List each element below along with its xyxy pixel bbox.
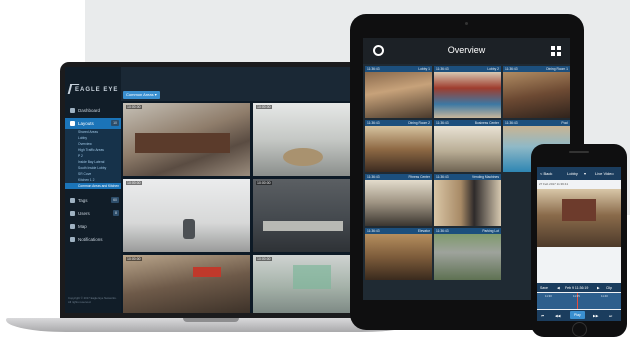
camera-timestamp: 10:00:00 [256,257,272,261]
live-video-feed[interactable] [537,189,621,247]
camera-timestamp: 10:00:00 [126,105,142,109]
nav-label: Users [78,211,90,216]
camera-tile-elevator[interactable]: 11:36:43 Elevator [365,228,432,280]
timeline-tick: 11:30 [545,294,552,298]
timeline-tick: 11:40 [601,294,608,298]
camera-timestamp: 10:00:00 [126,181,142,185]
camera-tile-fitness-center[interactable]: 11:36:43 Fitness Center [365,174,432,226]
camera-timestamp: 10:00:00 [256,105,272,109]
desk-row [263,221,343,231]
laptop-screen: EAGLE EYE Dashboard Layouts 10 Shared Ar… [65,67,355,313]
nav-dashboard[interactable]: Dashboard [65,105,121,116]
tablet-camera [465,22,468,25]
camera-image [434,234,501,280]
person-figure [183,219,195,239]
nav-tags[interactable]: Tags 60 [65,195,121,206]
sign-board [193,267,221,277]
laptop-notch [183,318,239,322]
camera-tile-dining-room-1[interactable]: 11:36:43 Dining Room 1 [503,66,570,118]
bell-icon [70,237,75,242]
sidebar: EAGLE EYE Dashboard Layouts 10 Shared Ar… [65,67,121,313]
phone-home-button[interactable] [572,322,587,337]
next-icon[interactable]: ▶ [597,286,600,290]
tablet-title: Overview [447,45,486,55]
camera-image [503,72,570,118]
map-icon [70,224,75,229]
camera-tile-lobby-2[interactable]: 11:36:43 Lobby 2 [434,66,501,118]
copyright-text: Copyright © 2017 Eagle Eye Networks. All… [68,296,117,304]
live-video-button[interactable]: Live Video [595,171,614,176]
camera-tile[interactable]: 10:00:00 [123,103,250,176]
camera-tile-lobby-1[interactable]: 11:36:43 Lobby 1 [365,66,432,118]
brand-logo: EAGLE EYE [75,87,119,93]
playback-controls: ⏮ ◀◀ Play ▶▶ ⏭ [537,310,621,321]
phone-screen: < Back Lobby ▾ Live Video 27 Feb 2017 11… [537,167,621,321]
phone-datetime: 27 Feb 2017 11:36:41 [539,182,569,186]
camera-image [434,72,501,118]
nav-layouts[interactable]: Layouts 10 [65,118,121,129]
nav-users[interactable]: Users 8 [65,208,121,219]
camera-image [365,180,432,226]
tablet-header: Overview [363,38,570,64]
camera-timestamp: 10:00:00 [256,181,272,185]
layouts-icon [70,121,75,126]
clip-time: Feb 9 11:36:19 [565,285,589,290]
chevron-down-icon[interactable]: ▾ [584,171,586,176]
restaurant-counter [135,133,230,153]
clip-button[interactable]: Clip [606,286,612,290]
camera-tile[interactable]: 10:00:00 [123,179,250,252]
camera-tile-parking-lot[interactable]: 11:36:43 Parking Lot [434,228,501,280]
nav-label: Layouts [78,121,94,126]
layout-item-active[interactable]: Common Areas and Kitchen [65,183,121,189]
play-button[interactable]: Play [570,311,585,319]
nav-label: Map [78,224,87,229]
lobby-fireplace [562,199,596,221]
clip-controls: Save ◀ Feb 9 11:36:19 ▶ Clip [537,283,621,292]
dashboard-icon [70,108,75,113]
nav-label: Tags [78,198,88,203]
save-button[interactable]: Save [540,286,548,290]
timeline-tick: 11:35 [573,294,580,298]
count-badge: 60 [111,197,119,203]
users-icon [70,211,75,216]
camera-tile[interactable]: 10:00:00 [253,255,351,313]
camera-tile-vending-machines[interactable]: 11:36:43 Vending Machines [434,174,501,226]
camera-image [365,234,432,280]
camera-tile-dining-room-2[interactable]: 11:36:43 Dining Room 2 [365,120,432,172]
camera-image [365,126,432,172]
round-table [283,148,323,166]
fast-forward-icon[interactable]: ▶▶ [593,314,598,318]
grid-view-icon[interactable] [551,46,561,56]
nav-label: Dashboard [78,108,101,113]
camera-image [434,126,501,172]
camera-tile-business-center[interactable]: 11:36:43 Business Center [434,120,501,172]
layout-dropdown-button[interactable]: Common Areas ▾ [123,91,160,99]
camera-tile[interactable]: 10:00:00 [123,255,250,313]
skip-forward-icon[interactable]: ⏭ [609,314,612,318]
nav-map[interactable]: Map [65,221,121,232]
laptop-topbar: Common Areas ▾ [121,67,355,101]
phone-navbar: < Back Lobby ▾ Live Video [537,167,621,180]
camera-timestamp: 10:00:00 [126,257,142,261]
phone-title: Lobby [567,171,578,176]
nav-label: Notifications [78,237,103,242]
camera-image [365,72,432,118]
wall-art [293,265,331,289]
count-badge: 8 [113,210,119,216]
back-button[interactable]: < Back [540,171,552,176]
camera-tile[interactable]: 10:00:00 [253,179,351,252]
camera-grid: 10:00:00 10:00:00 10:00:00 10:00:00 10:0… [123,103,355,313]
rewind-icon[interactable]: ◀◀ [555,314,560,318]
count-badge: 10 [111,120,119,126]
camera-image [434,180,501,226]
prev-icon[interactable]: ◀ [557,286,560,290]
phone-speaker [569,151,589,153]
tag-icon [70,198,75,203]
camera-tile[interactable]: 10:00:00 [253,103,351,176]
skip-back-icon[interactable]: ⏮ [541,314,544,318]
nav-notifications[interactable]: Notifications [65,234,121,245]
